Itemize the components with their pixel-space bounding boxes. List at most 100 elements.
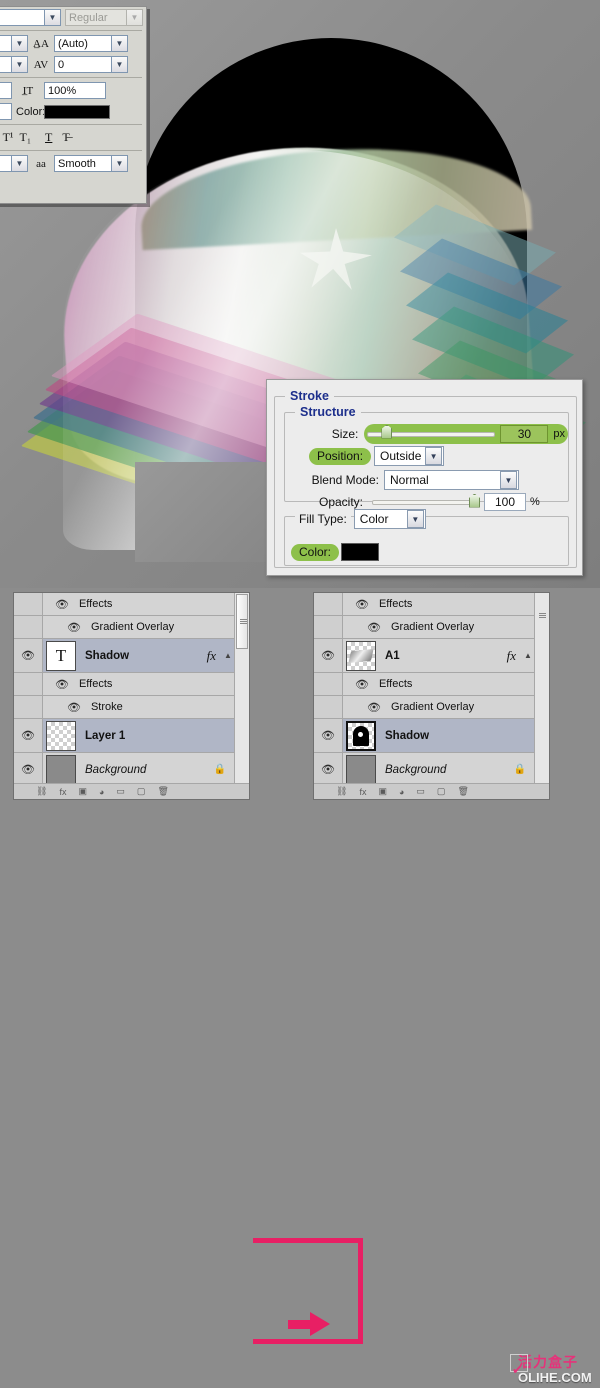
eye-icon[interactable]: 👁 bbox=[321, 729, 335, 742]
layer-thumbnail[interactable] bbox=[46, 720, 76, 751]
text-color-swatch[interactable] bbox=[44, 104, 110, 119]
eye-icon[interactable]: 👁 bbox=[21, 649, 35, 662]
visibility-toggle[interactable] bbox=[314, 593, 343, 615]
layer-thumbnail[interactable] bbox=[346, 720, 376, 751]
tracking-combo[interactable]: 0 ▼ bbox=[54, 56, 128, 73]
fill-type-select[interactable]: Color ▼ bbox=[353, 509, 426, 529]
visibility-toggle[interactable]: 👁 bbox=[14, 719, 43, 752]
vertical-scrollbar[interactable]: ▼ bbox=[234, 593, 249, 799]
delete-layer-icon[interactable]: 🗑 bbox=[157, 786, 168, 797]
link-layers-icon[interactable]: ⛓ bbox=[336, 786, 347, 797]
leading-field[interactable]: (Auto) bbox=[54, 35, 112, 52]
visibility-toggle[interactable] bbox=[314, 616, 343, 638]
eye-icon[interactable]: 👁 bbox=[55, 678, 69, 691]
chevron-down-icon[interactable]: ▼ bbox=[112, 35, 128, 52]
visibility-toggle[interactable] bbox=[14, 593, 43, 615]
eye-icon[interactable]: 👁 bbox=[21, 763, 35, 776]
opacity-slider-thumb[interactable] bbox=[469, 493, 480, 508]
visibility-toggle[interactable] bbox=[14, 696, 43, 718]
language-field[interactable]: A bbox=[0, 155, 12, 172]
layer-sub-row[interactable]: 👁 Stroke bbox=[14, 696, 234, 719]
tracking-field[interactable]: 0 bbox=[54, 56, 112, 73]
eye-icon[interactable]: 👁 bbox=[55, 598, 69, 611]
layers-panel-footer[interactable]: ⛓ fx ▣ ◕ ▭ ▢ 🗑 bbox=[14, 783, 249, 799]
layer-style-stroke-dialog[interactable]: Stroke Structure Size: 30 px Position: O… bbox=[266, 379, 583, 576]
antialias-field[interactable]: Smooth bbox=[54, 155, 112, 172]
eye-icon[interactable]: 👁 bbox=[67, 621, 81, 634]
chevron-down-icon[interactable]: ▼ bbox=[12, 56, 28, 73]
adjustment-layer-icon[interactable]: ◕ bbox=[399, 787, 404, 797]
superscript-icon[interactable]: T¹ bbox=[3, 130, 14, 145]
layer-sub-row[interactable]: 👁 Effects bbox=[14, 673, 234, 696]
chevron-down-icon[interactable]: ▼ bbox=[112, 56, 128, 73]
layer-thumbnail[interactable] bbox=[346, 754, 376, 783]
font-style-combo[interactable]: Regular ▼ bbox=[65, 9, 143, 26]
visibility-toggle[interactable] bbox=[14, 616, 43, 638]
size-slider-thumb[interactable] bbox=[381, 424, 393, 439]
subscript-icon[interactable]: T₁ bbox=[20, 130, 32, 145]
visibility-toggle[interactable]: 👁 bbox=[14, 753, 43, 783]
layer-sub-row[interactable]: 👁 Effects bbox=[314, 593, 534, 616]
layer-row-background[interactable]: 👁 Background 🔒 bbox=[314, 753, 534, 783]
font-family-combo[interactable]: t ▼ bbox=[0, 35, 28, 52]
visibility-toggle[interactable]: 👁 bbox=[14, 639, 43, 672]
layer-row-a1[interactable]: 👁 A1 fx ▲ bbox=[314, 639, 534, 673]
fx-icon[interactable]: fx bbox=[507, 648, 522, 664]
new-group-icon[interactable]: ▭ bbox=[116, 786, 125, 797]
eye-icon[interactable]: 👁 bbox=[21, 729, 35, 742]
delete-layer-icon[interactable]: 🗑 bbox=[457, 786, 468, 797]
eye-icon[interactable]: 👁 bbox=[355, 678, 369, 691]
chevron-down-icon[interactable]: ▼ bbox=[425, 447, 443, 465]
text-style-buttons[interactable]: TT Tr T¹ T₁ T T̶ bbox=[0, 127, 146, 148]
layer-sub-row[interactable]: 👁 Gradient Overlay bbox=[314, 696, 534, 719]
chevron-down-icon[interactable]: ▼ bbox=[500, 471, 517, 489]
scrollbar-thumb[interactable] bbox=[236, 594, 248, 649]
chevron-down-icon[interactable]: ▼ bbox=[45, 9, 61, 26]
visibility-toggle[interactable] bbox=[314, 696, 343, 718]
underline-icon[interactable]: T bbox=[45, 130, 52, 145]
chevron-down-icon[interactable]: ▼ bbox=[406, 510, 424, 528]
eye-icon[interactable]: 👁 bbox=[321, 763, 335, 776]
opacity-slider[interactable] bbox=[372, 493, 480, 508]
font-style-field[interactable]: Regular bbox=[65, 9, 127, 26]
visibility-toggle[interactable] bbox=[314, 673, 343, 695]
baseline-shift-field[interactable] bbox=[0, 103, 12, 120]
vertical-scale-field[interactable]: 100% bbox=[44, 82, 106, 99]
kerning-field[interactable] bbox=[0, 56, 12, 73]
visibility-toggle[interactable]: 👁 bbox=[314, 639, 343, 672]
chevron-down-icon[interactable]: ▼ bbox=[112, 155, 128, 172]
layer-row-shadow[interactable]: 👁 T Shadow fx ▲ bbox=[14, 639, 234, 673]
size-slider[interactable] bbox=[367, 424, 496, 439]
layer-row-shadow[interactable]: 👁 Shadow bbox=[314, 719, 534, 753]
layer-sub-row[interactable]: 👁 Gradient Overlay bbox=[14, 616, 234, 639]
add-mask-icon[interactable]: ▣ bbox=[378, 786, 387, 797]
eye-icon[interactable]: 👁 bbox=[367, 701, 381, 714]
layers-panel-after[interactable]: 👁 Effects 👁 Gradient Overlay 👁 A1 fx ▲ 👁 bbox=[313, 592, 550, 800]
chevron-down-icon[interactable]: ▼ bbox=[12, 35, 28, 52]
chevron-down-icon[interactable]: ▼ bbox=[12, 155, 28, 172]
layers-panel-before[interactable]: 👁 Effects 👁 Gradient Overlay 👁 T Shadow … bbox=[13, 592, 250, 800]
stroke-color-swatch[interactable] bbox=[341, 543, 380, 561]
layer-thumbnail[interactable] bbox=[46, 754, 76, 783]
layer-row-layer1[interactable]: 👁 Layer 1 bbox=[14, 719, 234, 753]
new-group-icon[interactable]: ▭ bbox=[416, 786, 425, 797]
fx-icon[interactable]: fx bbox=[207, 648, 222, 664]
layer-sub-row[interactable]: 👁 Gradient Overlay bbox=[314, 616, 534, 639]
visibility-toggle[interactable]: 👁 bbox=[314, 753, 343, 783]
font-size-combo[interactable]: t ▼ bbox=[0, 9, 61, 26]
opacity-value-input[interactable]: 100 bbox=[484, 493, 526, 511]
eye-icon[interactable]: 👁 bbox=[321, 649, 335, 662]
visibility-toggle[interactable] bbox=[14, 673, 43, 695]
expand-caret-icon[interactable]: ▲ bbox=[522, 651, 534, 660]
expand-caret-icon[interactable]: ▲ bbox=[222, 651, 234, 660]
strikethrough-icon[interactable]: T̶ bbox=[62, 130, 69, 145]
layer-thumbnail[interactable]: T bbox=[46, 640, 76, 671]
antialias-combo[interactable]: Smooth ▼ bbox=[54, 155, 128, 172]
layer-sub-row[interactable]: 👁 Effects bbox=[14, 593, 234, 616]
layers-list-after[interactable]: 👁 Effects 👁 Gradient Overlay 👁 A1 fx ▲ 👁 bbox=[314, 593, 534, 783]
link-layers-icon[interactable]: ⛓ bbox=[36, 786, 47, 797]
new-layer-icon[interactable]: ▢ bbox=[137, 786, 146, 797]
eye-icon[interactable]: 👁 bbox=[367, 621, 381, 634]
font-family-field[interactable]: t bbox=[0, 35, 12, 52]
layer-thumbnail[interactable] bbox=[346, 640, 376, 671]
